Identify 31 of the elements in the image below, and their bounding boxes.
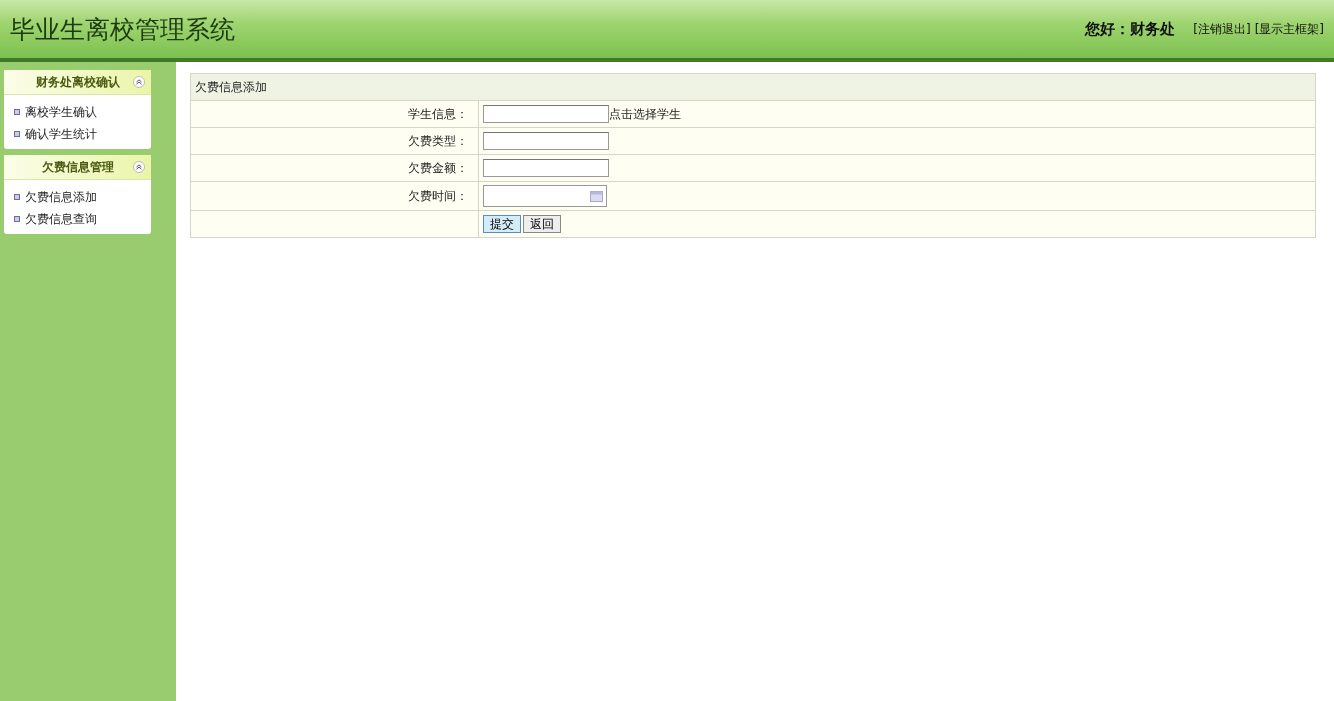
bullet-icon xyxy=(14,131,20,137)
bullet-icon xyxy=(14,194,20,200)
calendar-icon[interactable] xyxy=(590,190,603,202)
header-link[interactable]: [显示主框架] xyxy=(1254,20,1324,38)
back-button[interactable]: 返回 xyxy=(523,215,561,233)
form-title: 欠费信息添加 xyxy=(190,73,1316,101)
date-field[interactable] xyxy=(483,185,607,207)
menu-item[interactable]: 欠费信息查询 xyxy=(25,210,97,228)
greeting: 您好：财务处 xyxy=(1085,19,1176,39)
field-label: 学生信息： xyxy=(190,100,479,128)
header-link[interactable]: [注销退出] xyxy=(1193,20,1251,38)
menu-panel-title: 欠费信息管理 xyxy=(41,158,114,176)
menu-panel-title: 财务处离校确认 xyxy=(35,73,120,91)
menu-item[interactable]: 欠费信息添加 xyxy=(25,188,97,206)
menu-item[interactable]: 确认学生统计 xyxy=(25,125,97,143)
bullet-icon xyxy=(14,216,20,222)
bullet-icon xyxy=(14,109,20,115)
menu-item[interactable]: 离校学生确认 xyxy=(25,103,97,121)
input-field[interactable] xyxy=(483,159,609,177)
field-label: 欠费金额： xyxy=(190,154,479,182)
collapse-icon[interactable] xyxy=(133,76,145,88)
field-label: 欠费类型： xyxy=(190,127,479,155)
app-title: 毕业生离校管理系统 xyxy=(10,13,235,46)
menu-panel-header[interactable]: 欠费信息管理 xyxy=(4,155,151,180)
menu-panel-header[interactable]: 财务处离校确认 xyxy=(4,70,151,95)
submit-button[interactable]: 提交 xyxy=(483,215,521,233)
input-field[interactable] xyxy=(483,132,609,150)
input-field[interactable] xyxy=(483,105,609,123)
collapse-icon[interactable] xyxy=(133,161,145,173)
field-label: 欠费时间： xyxy=(190,181,479,211)
select-student-link[interactable]: 点击选择学生 xyxy=(609,106,681,121)
